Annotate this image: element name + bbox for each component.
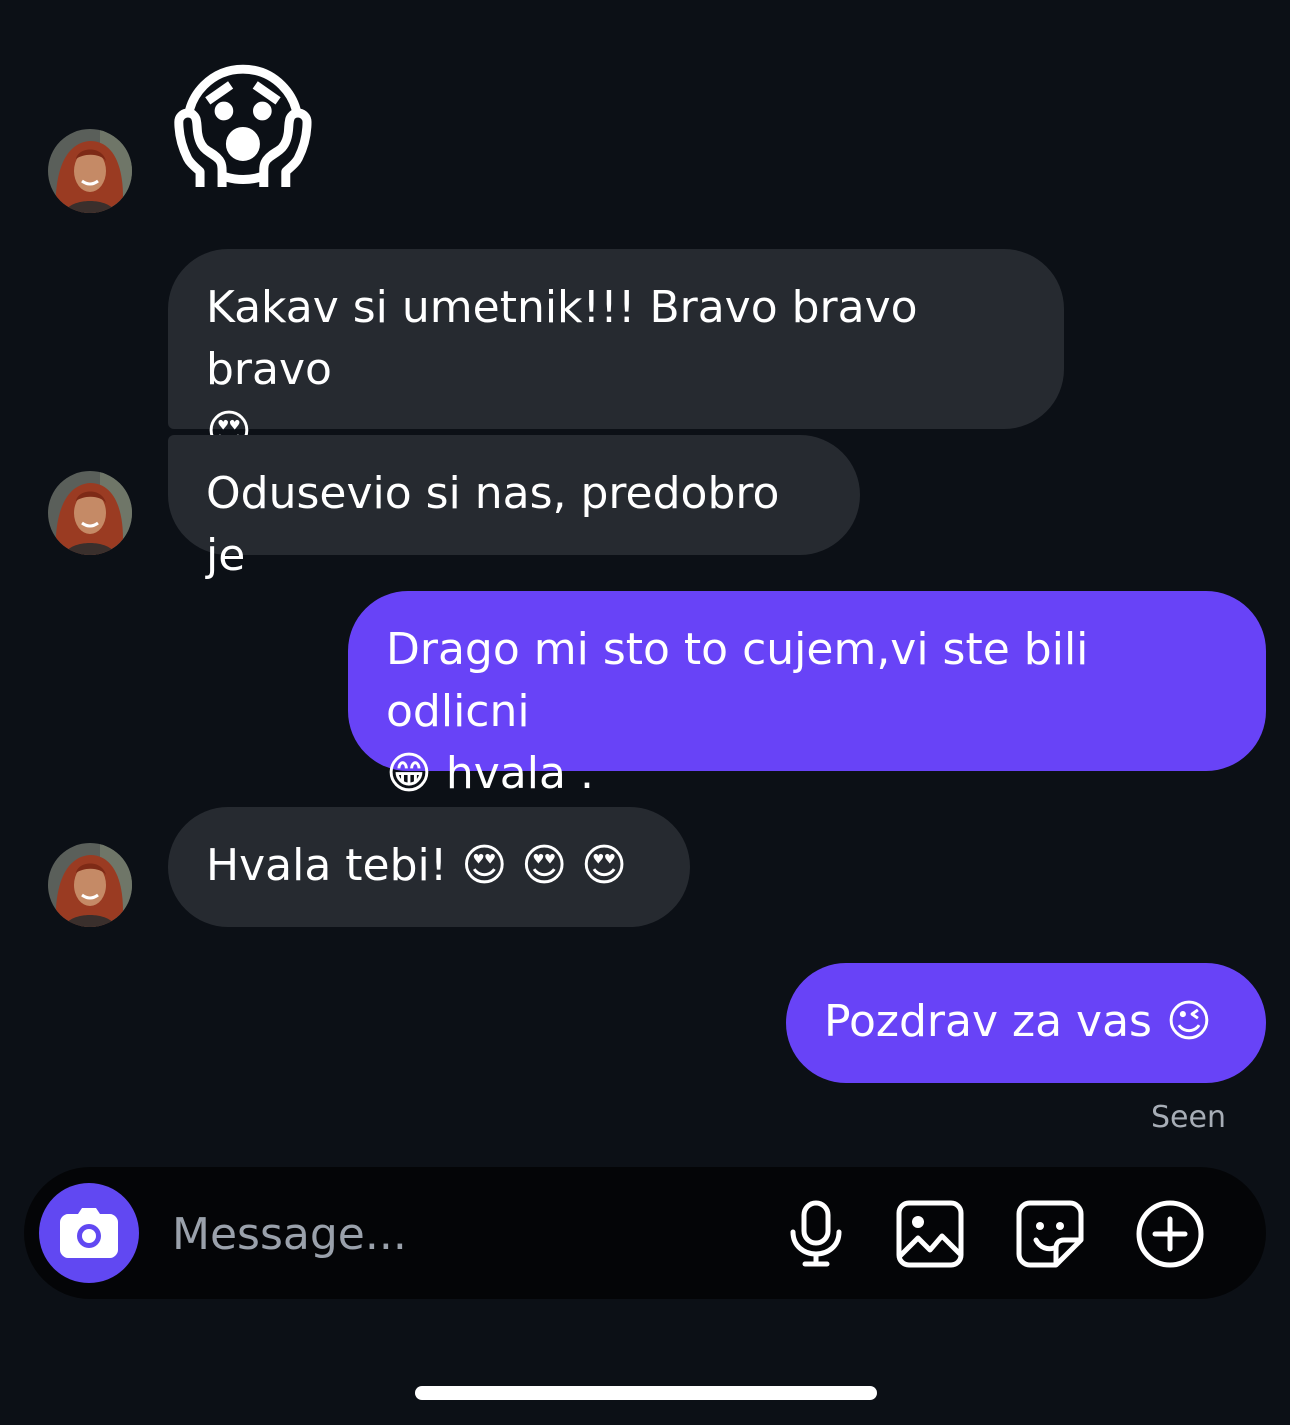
voice-message-button[interactable] [780, 1198, 852, 1270]
message-bubble-incoming[interactable]: Hvala tebi! 😍 😍 😍 [168, 807, 690, 927]
avatar[interactable] [48, 471, 132, 555]
winking-emoji: 😉 [1165, 996, 1212, 1047]
message-input[interactable] [170, 1197, 734, 1271]
message-composer [24, 1167, 1266, 1299]
seen-status: Seen [1151, 1100, 1226, 1135]
avatar[interactable] [48, 129, 132, 213]
heart-eyes-emoji: 😍 😍 😍 [461, 840, 627, 891]
message-text: Kakav si umetnik!!! Bravo bravo bravo [206, 282, 918, 395]
message-bubble-incoming[interactable]: Odusevio si nas, predobro je [168, 435, 860, 581]
plus-icon [1136, 1200, 1204, 1268]
more-options-button[interactable] [1134, 1198, 1206, 1270]
microphone-icon [790, 1200, 842, 1267]
message-text: Hvala tebi! [206, 840, 448, 891]
camera-icon [60, 1208, 118, 1258]
message-text-continued: hvala . [445, 748, 594, 799]
message-text: Pozdrav za vas [824, 996, 1152, 1047]
message-bubble-incoming[interactable]: Kakav si umetnik!!! Bravo bravo bravo 😍 [168, 249, 1064, 457]
message-text: Drago mi sto to cujem,vi ste bili odlicn… [386, 624, 1089, 737]
avatar[interactable] [48, 843, 132, 927]
message-text: Odusevio si nas, predobro je [206, 468, 780, 581]
message-bubble-outgoing[interactable]: Drago mi sto to cujem,vi ste bili odlicn… [348, 591, 1266, 799]
grinning-emoji: 😁 [386, 748, 432, 799]
gallery-button[interactable] [894, 1198, 966, 1270]
sticker-icon [1016, 1200, 1084, 1268]
message-bubble-outgoing[interactable]: Pozdrav za vas 😉 [786, 963, 1266, 1083]
gallery-icon [896, 1200, 964, 1268]
large-emoji-message: 😱 [172, 49, 314, 207]
sticker-button[interactable] [1014, 1198, 1086, 1270]
chat-screen: 😱 Kakav si umetnik!!! Bravo bravo bravo … [0, 0, 1290, 1425]
camera-button[interactable] [39, 1183, 139, 1283]
home-indicator[interactable] [415, 1386, 877, 1400]
